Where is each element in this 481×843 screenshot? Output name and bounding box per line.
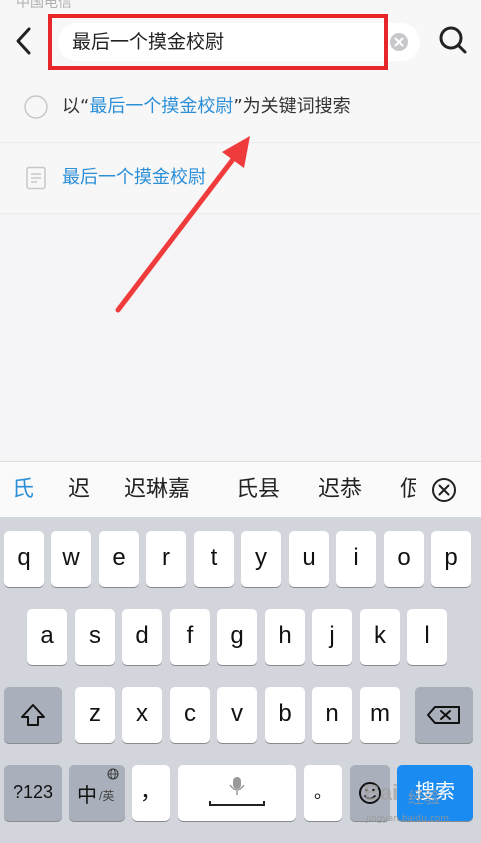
highlight-annotation-box: [48, 14, 388, 70]
key-a[interactable]: a: [27, 609, 67, 665]
language-key[interactable]: 中 /英: [69, 765, 125, 821]
key-n[interactable]: n: [312, 687, 352, 743]
key-u[interactable]: u: [289, 531, 329, 587]
status-bar: 中国电信: [0, 0, 481, 11]
key-m[interactable]: m: [360, 687, 400, 743]
shift-icon: [21, 704, 45, 726]
key-i[interactable]: i: [336, 531, 376, 587]
period-key[interactable]: 。: [304, 765, 342, 821]
suggestion-keyword-search[interactable]: 以“最后一个摸金校尉”为关键词搜索: [0, 72, 481, 143]
candidate-item[interactable]: 氏: [12, 462, 34, 518]
key-j[interactable]: j: [312, 609, 352, 665]
clear-icon[interactable]: [390, 33, 408, 51]
key-w[interactable]: w: [51, 531, 91, 587]
key-v[interactable]: v: [217, 687, 257, 743]
key-x[interactable]: x: [122, 687, 162, 743]
shift-key[interactable]: [4, 687, 62, 743]
candidate-item[interactable]: 氏县: [236, 462, 280, 518]
search-circle-icon: [24, 95, 48, 119]
numbers-key[interactable]: ?123: [4, 765, 62, 821]
key-g[interactable]: g: [217, 609, 257, 665]
key-y[interactable]: y: [241, 531, 281, 587]
candidate-item[interactable]: 迟: [68, 462, 90, 518]
key-h[interactable]: h: [265, 609, 305, 665]
language-key-sub: /英: [99, 789, 115, 803]
watermark: Bai 经验 jingyan.baidu.com: [364, 780, 481, 830]
key-z[interactable]: z: [75, 687, 115, 743]
candidate-item[interactable]: 迟琳嘉: [124, 462, 190, 518]
candidate-bar: 氏 迟 迟琳嘉 氏县 迟恭 佤: [0, 461, 481, 518]
key-p[interactable]: p: [431, 531, 471, 587]
space-key[interactable]: [178, 765, 296, 821]
suggestion-keyword: 最后一个摸金校尉: [89, 96, 234, 117]
candidate-item[interactable]: 佤: [400, 462, 416, 518]
globe-icon: [107, 768, 119, 780]
watermark-sub: 经验: [408, 788, 441, 807]
microphone-icon: [209, 777, 265, 806]
backspace-icon: [427, 706, 460, 724]
back-arrow-icon[interactable]: [8, 24, 42, 58]
key-e[interactable]: e: [99, 531, 139, 587]
suggestion-title-text: 最后一个摸金校尉: [62, 167, 206, 188]
backspace-key[interactable]: [415, 687, 473, 743]
key-l[interactable]: l: [407, 609, 447, 665]
key-f[interactable]: f: [170, 609, 210, 665]
key-q[interactable]: q: [4, 531, 44, 587]
document-icon: [26, 166, 46, 190]
close-candidates-icon[interactable]: [430, 476, 458, 504]
watermark-logo: Bai: [364, 780, 399, 805]
comma-key[interactable]: ，: [132, 765, 170, 821]
key-s[interactable]: s: [75, 609, 115, 665]
watermark-url: jingyan.baidu.com: [366, 814, 450, 824]
key-o[interactable]: o: [384, 531, 424, 587]
key-d[interactable]: d: [122, 609, 162, 665]
search-icon[interactable]: [437, 24, 469, 56]
key-k[interactable]: k: [360, 609, 400, 665]
candidate-item[interactable]: 迟恭: [318, 462, 362, 518]
key-b[interactable]: b: [265, 687, 305, 743]
language-key-main: 中: [77, 785, 97, 807]
key-c[interactable]: c: [170, 687, 210, 743]
key-t[interactable]: t: [194, 531, 234, 587]
suggestion-text: 以“最后一个摸金校尉”为关键词搜索: [62, 96, 351, 117]
key-r[interactable]: r: [146, 531, 186, 587]
suggestion-title[interactable]: 最后一个摸金校尉: [0, 143, 481, 214]
